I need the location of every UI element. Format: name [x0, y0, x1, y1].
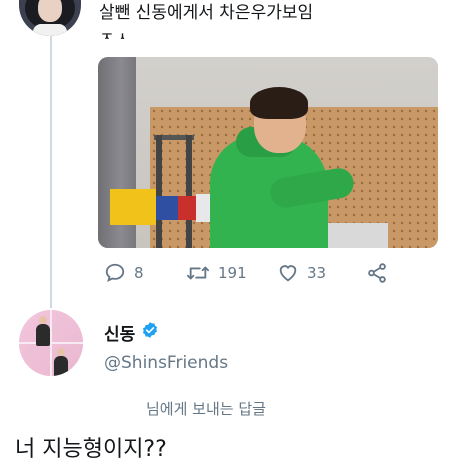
- share-button[interactable]: [366, 262, 388, 284]
- reply-avatar[interactable]: [19, 310, 83, 376]
- avatar[interactable]: [19, 0, 81, 36]
- display-name: 신동: [104, 325, 136, 345]
- avatar-pattern: [19, 310, 83, 376]
- share-icon: [366, 262, 388, 284]
- avatar-collar: [33, 24, 67, 36]
- heart-icon: [277, 262, 299, 284]
- display-name-row[interactable]: 신동: [104, 320, 159, 345]
- photo-shelf-leg: [156, 135, 162, 248]
- photo-blue-box: [156, 196, 178, 220]
- tweet-text: 살뺀 신동에게서 차은우가보임 ㅈㅅ: [99, 0, 313, 39]
- verified-badge-icon: [141, 321, 159, 344]
- reply-tweet-text: 너 지능형이지??: [15, 437, 167, 462]
- reply-button[interactable]: 8: [104, 262, 144, 284]
- thread-line: [50, 36, 52, 308]
- like-count: 33: [307, 264, 327, 282]
- avatar-figure: [36, 324, 50, 346]
- photo-person-hair: [250, 87, 308, 119]
- avatar-figure-head: [39, 316, 47, 324]
- user-handle[interactable]: @ShinsFriends: [104, 353, 228, 373]
- photo-shelf-leg: [186, 135, 192, 248]
- avatar-face: [38, 0, 62, 22]
- photo-red-box: [178, 196, 196, 220]
- speech-bubble-icon: [104, 262, 126, 284]
- retweet-count: 191: [218, 264, 247, 282]
- like-button[interactable]: 33: [277, 262, 326, 284]
- retweet-icon: [186, 262, 210, 284]
- retweet-button[interactable]: 191: [186, 262, 247, 284]
- tweet-text-line2: ㅈㅅ: [99, 29, 131, 39]
- photo-yellow-box: [110, 189, 156, 225]
- replying-to-label: 님에게 보내는 답글: [146, 400, 266, 418]
- avatar-figure-head: [57, 348, 65, 356]
- tweet-photo[interactable]: [98, 57, 438, 248]
- tweet-text-line1: 살뺀 신동에게서 차은우가보임: [99, 3, 314, 23]
- reply-count: 8: [134, 264, 144, 282]
- avatar-figure: [54, 356, 68, 376]
